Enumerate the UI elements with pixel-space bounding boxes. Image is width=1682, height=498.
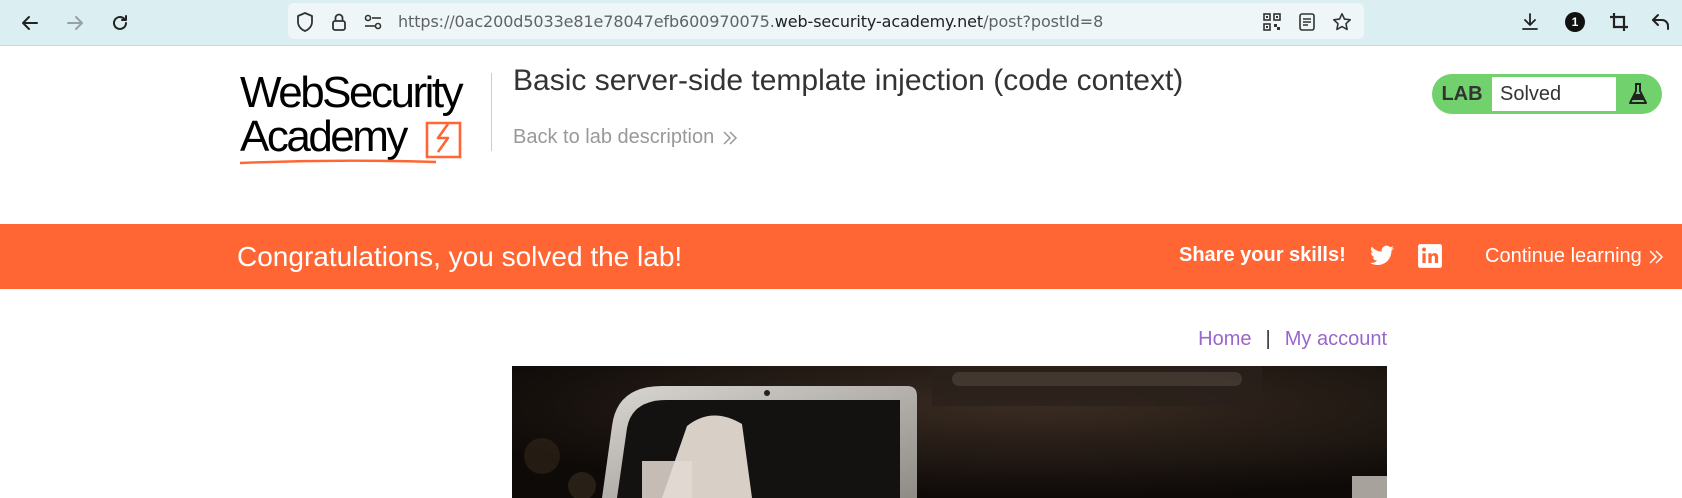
lock-icon[interactable] [328,11,350,33]
lab-label: LAB [1441,82,1483,105]
solved-banner: Congratulations, you solved the lab! Sha… [0,224,1682,289]
notification-count: 1 [1565,12,1585,32]
download-icon [1522,13,1538,30]
extension-badge[interactable]: 1 [1562,9,1588,35]
undo-icon [1652,14,1669,30]
lab-status-widget: LAB Solved [1432,74,1662,114]
url-prefix: https://0ac200d5033e81e78047efb600970075… [398,12,775,31]
logo-line1: WebSecurity [240,68,464,117]
back-button[interactable] [15,8,45,38]
back-to-lab-description-link[interactable]: Back to lab description [513,126,738,149]
twitter-icon[interactable] [1369,243,1395,269]
browser-toolbar: https://0ac200d5033e81e78047efb600970075… [0,0,1682,46]
crop-icon [1610,13,1628,31]
shield-icon[interactable] [294,11,316,33]
site-settings-icon[interactable] [362,11,384,33]
star-icon[interactable] [1331,11,1353,33]
linkedin-icon[interactable] [1417,243,1443,269]
qr-code-icon[interactable] [1261,11,1283,33]
congratulations-message: Congratulations, you solved the lab! [237,241,683,272]
flask-icon [1620,74,1656,114]
web-security-academy-logo[interactable]: WebSecurity Academy [238,70,490,165]
header-divider [491,73,492,151]
crop-button[interactable] [1606,9,1632,35]
reload-icon [113,15,127,30]
url-domain: web-security-academy.net [774,12,984,31]
nav-separator: | [1265,328,1271,350]
continue-learning-link[interactable]: Continue learning [1485,245,1664,268]
double-chevron-right-icon [723,130,738,145]
site-navigation: Home | My account [1198,328,1387,351]
address-bar[interactable]: https://0ac200d5033e81e78047efb600970075… [288,3,1364,39]
download-button[interactable] [1517,9,1543,35]
url-text[interactable]: https://0ac200d5033e81e78047efb600970075… [398,12,1103,31]
lab-title: Basic server-side template injection (co… [513,64,1184,97]
logo-lightning-icon [425,121,462,159]
laptop-photo [512,366,1387,498]
reader-view-icon[interactable] [1296,11,1318,33]
logo-underline [239,159,437,165]
continue-learning-label: Continue learning [1485,245,1642,267]
reload-button[interactable] [105,8,135,38]
lab-status-text: Solved [1492,77,1616,111]
undo-button[interactable] [1648,9,1674,35]
forward-button[interactable] [60,8,90,38]
blog-post-image [512,366,1387,498]
back-arrow-icon [22,16,38,30]
forward-arrow-icon [67,16,83,30]
back-link-label: Back to lab description [513,126,715,148]
share-skills-label: Share your skills! [1179,244,1346,266]
double-chevron-right-icon [1649,249,1663,264]
nav-home-link[interactable]: Home [1198,328,1251,351]
url-path: /post?postId=8 [983,12,1104,31]
nav-my-account-link[interactable]: My account [1285,328,1387,351]
logo-line2: Academy [240,112,408,161]
